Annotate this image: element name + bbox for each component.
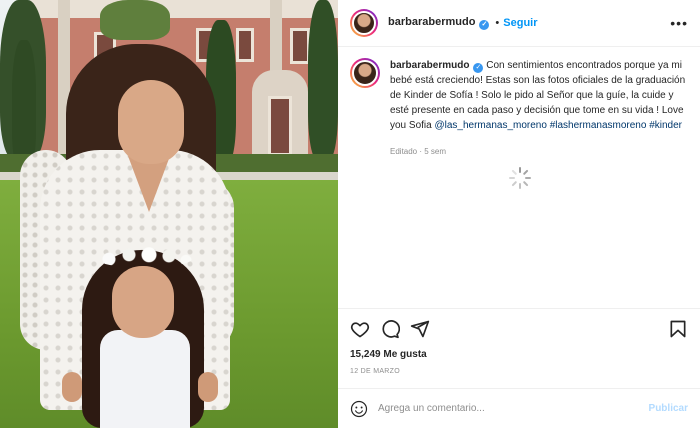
comment-bar: Publicar <box>338 388 700 428</box>
photo-woman-face <box>118 80 184 164</box>
caption-hashtag[interactable]: #kinder <box>649 120 682 131</box>
photo-hand <box>62 372 82 402</box>
verified-badge-icon: ✓ <box>479 20 490 30</box>
post-side-panel: barbarabermudo ✓ • Seguir ••• barbaraberm… <box>338 0 700 428</box>
bookmark-icon[interactable] <box>668 319 688 339</box>
photo-flower-crown <box>94 246 194 268</box>
photo-cornice <box>30 0 338 18</box>
follow-button[interactable]: Seguir <box>503 17 537 29</box>
post-header: barbarabermudo ✓ • Seguir ••• <box>338 0 700 47</box>
photo-girl-face <box>112 266 174 338</box>
photo-tree <box>12 40 36 170</box>
more-options-icon[interactable]: ••• <box>670 15 688 31</box>
comment-icon[interactable] <box>380 319 400 339</box>
likes-count[interactable]: 15,249 Me gusta <box>350 349 427 360</box>
photo-window <box>290 28 310 64</box>
post-date[interactable]: 12 DE MARZO <box>350 368 400 375</box>
heart-icon[interactable] <box>350 319 370 339</box>
author-username[interactable]: barbarabermudo ✓ <box>388 16 490 30</box>
verified-badge-icon: ✓ <box>473 63 484 73</box>
caption-text: barbarabermudo ✓ Con sentimientos encontr… <box>390 58 690 133</box>
author-avatar[interactable] <box>350 9 378 37</box>
photo-palm <box>100 0 170 40</box>
caption-hashtag[interactable]: #lashermanasmoreno <box>550 120 647 131</box>
header-separator: • <box>495 17 500 29</box>
caption-meta: Editado · 5 sem <box>390 147 447 156</box>
post-modal: barbarabermudo ✓ • Seguir ••• barbaraberm… <box>0 0 700 428</box>
post-photo[interactable] <box>0 0 338 428</box>
comment-input[interactable] <box>378 403 649 414</box>
photo-hand <box>198 372 218 402</box>
photo-door <box>268 96 292 156</box>
post-caption: barbarabermudo ✓ Con sentimientos encontr… <box>350 58 690 156</box>
emoji-icon[interactable] <box>350 400 368 418</box>
photo-window <box>236 28 254 62</box>
caption-body: barbarabermudo ✓ Con sentimientos encontr… <box>390 58 690 156</box>
caption-mention[interactable]: @las_hermanas_moreno <box>434 120 546 131</box>
photo-girl-dress <box>100 330 190 428</box>
loading-spinner-icon <box>509 167 531 189</box>
post-actions <box>338 308 700 346</box>
share-icon[interactable] <box>410 319 430 339</box>
caption-username[interactable]: barbarabermudo <box>390 60 469 71</box>
caption-avatar[interactable] <box>350 58 380 88</box>
publish-button[interactable]: Publicar <box>649 403 688 414</box>
photo-cypress <box>308 0 338 160</box>
